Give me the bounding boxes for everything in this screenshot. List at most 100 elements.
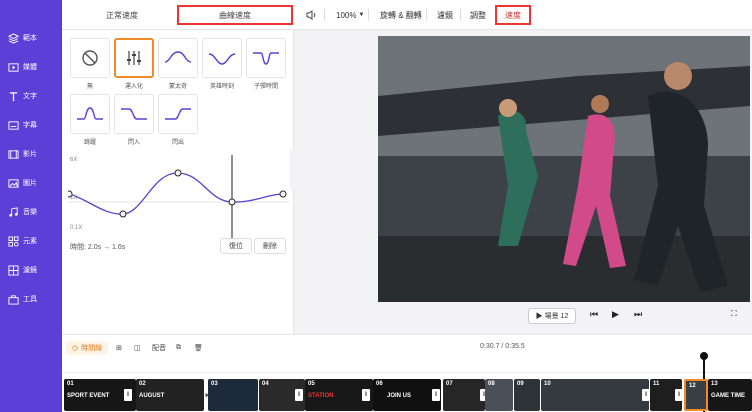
preset-bullet-time[interactable] [246,38,286,78]
sidebar-item-subtitle[interactable]: 字幕 [0,111,62,139]
preset-label: 子彈時間 [253,84,278,90]
next-frame-icon[interactable]: ⏭ [634,309,642,320]
timeline-clip-selected[interactable]: 12 [684,379,708,411]
play-icon[interactable]: ▶ [612,309,619,320]
clip-number: 03 [211,381,218,387]
sidebar-item-elements[interactable]: 元素 [0,227,62,255]
y-label-mid: 1X [70,195,78,201]
preset-jump[interactable] [70,94,110,134]
reset-button[interactable]: 復位 [220,238,252,254]
curve-point[interactable] [279,190,287,198]
time-ruler [62,361,752,373]
preset-flash-in[interactable] [114,94,154,134]
filter-button[interactable]: 濾鏡 [437,5,453,25]
clip-number: 12 [689,383,696,389]
sidebar-item-text[interactable]: 文字 [0,82,62,110]
tab-curve-speed[interactable]: 曲線速度 [177,5,293,25]
subtitle-icon [8,120,19,130]
elements-icon [8,235,19,247]
timeline-clip[interactable]: 07 [443,379,485,411]
timeline: ◷ 時間線 ⊞ ◫ 配音 ⧉ 🗑 0:30.7 / 0:35.5 01 SPOR… [62,334,752,412]
fullscreen-icon[interactable]: ⛶ [731,309,737,319]
clip-number: 04 [262,381,269,387]
sidebar-item-tools[interactable]: 工具 [0,285,62,313]
previous-frame-icon[interactable]: ⏮ [590,309,598,320]
clip-number: 05 [308,381,315,387]
chevron-down-icon: ▼ [358,12,365,18]
video-preview[interactable] [378,36,750,302]
timeline-clip[interactable]: 02 AUGUST [136,379,204,411]
left-sidebar: 範本 媒體 文字 字幕 影片 圖片 音樂 元素 濾鏡 工具 [0,0,62,412]
timeline-clip[interactable]: 03 [208,379,258,411]
delete-button[interactable]: 刪除 [254,238,286,254]
rotate-flip-button[interactable]: 旋轉 & 翻轉 [380,5,422,25]
none-icon [82,50,98,66]
transition-marker[interactable]: ‖ [675,389,683,401]
sidebar-label: 音樂 [23,209,37,216]
clip-number: 09 [517,381,524,387]
preset-hero-moment[interactable] [202,38,242,78]
speed-button[interactable]: 速度 [495,5,531,25]
sidebar-label: 工具 [23,296,37,303]
clip-number: 10 [544,381,551,387]
sidebar-item-media[interactable]: 媒體 [0,53,62,81]
timeline-label: 時間線 [81,345,103,352]
sidebar-item-filter[interactable]: 濾鏡 [0,256,62,284]
preset-label: 閃入 [127,140,140,146]
speed-curve [68,172,284,215]
transition-marker[interactable]: ‖ [432,389,440,401]
preset-flash-out[interactable] [158,94,198,134]
transition-marker[interactable]: ‖ [362,389,370,401]
timeline-clip[interactable]: 10 [541,379,649,411]
sidebar-item-image[interactable]: 圖片 [0,169,62,197]
speed-curve-graph[interactable]: 6X 1X 0.1X [65,155,290,245]
adjust-button[interactable]: 調整 [470,5,486,25]
sidebar-item-music[interactable]: 音樂 [0,198,62,226]
sidebar-label: 範本 [23,35,37,42]
speaker-icon [306,10,316,20]
timeline-toggle-button[interactable]: ◷ 時間線 [66,341,109,355]
trash-icon[interactable]: 🗑 [194,341,203,355]
clip-number: 01 [67,381,74,387]
sidebar-item-template[interactable]: 範本 [0,24,62,52]
transition-marker[interactable]: ‖ [124,389,132,401]
preset-none[interactable] [70,38,110,78]
video-icon [8,149,19,159]
timeline-clip[interactable]: 06 JOIN US [373,379,441,411]
curve-point[interactable] [174,169,182,177]
transition-marker[interactable]: ‖ [642,389,650,401]
app-root: 範本 媒體 文字 字幕 影片 圖片 音樂 元素 濾鏡 工具 正常速度 曲線速度 … [0,0,752,412]
clip-number: 02 [139,381,146,387]
clip-number: 06 [376,381,383,387]
clip-title: GAME TIME [711,393,745,399]
duplicate-icon[interactable]: ⧉ [176,341,181,355]
curve-point[interactable] [119,210,127,218]
y-label-top: 6X [70,157,78,163]
preview-area [294,30,752,334]
voiceover-button[interactable]: 配音 [152,341,166,355]
jump-curve-icon [77,107,103,120]
y-label-bottom: 0.1X [70,225,83,231]
flash-in-curve-icon [121,108,147,120]
zoom-select[interactable]: 100% ▼ [336,5,364,25]
clip-title: SPORT EVENT [67,393,110,399]
curve-speed-panel: 無 運入化 蒙太奇 英雄時刻 子彈時間 跳躍 閃入 閃出 6X 1X 0.1X [62,30,294,334]
curve-point[interactable] [228,198,236,206]
preset-label: 運入化 [124,84,143,90]
preset-montage[interactable] [158,38,198,78]
add-clip-icon[interactable]: ⊞ [116,341,122,355]
transition-marker[interactable]: ‖ [295,389,303,401]
volume-button[interactable] [306,5,318,25]
preset-label: 英雄時刻 [209,84,234,90]
image-icon [8,178,19,188]
tab-normal-speed[interactable]: 正常速度 [92,5,152,25]
timeline-clip[interactable]: 13 GAME TIME [708,379,752,411]
scene-button[interactable]: ▶ 場景 12 [528,308,576,324]
timeline-clip[interactable]: 09 [514,379,540,411]
sidebar-item-video[interactable]: 影片 [0,140,62,168]
preset-custom[interactable] [114,38,154,78]
template-icon [8,32,19,44]
timeline-clip[interactable]: 08 [485,379,513,411]
sidebar-label: 影片 [23,151,37,158]
split-icon[interactable]: ◫ [134,341,141,355]
